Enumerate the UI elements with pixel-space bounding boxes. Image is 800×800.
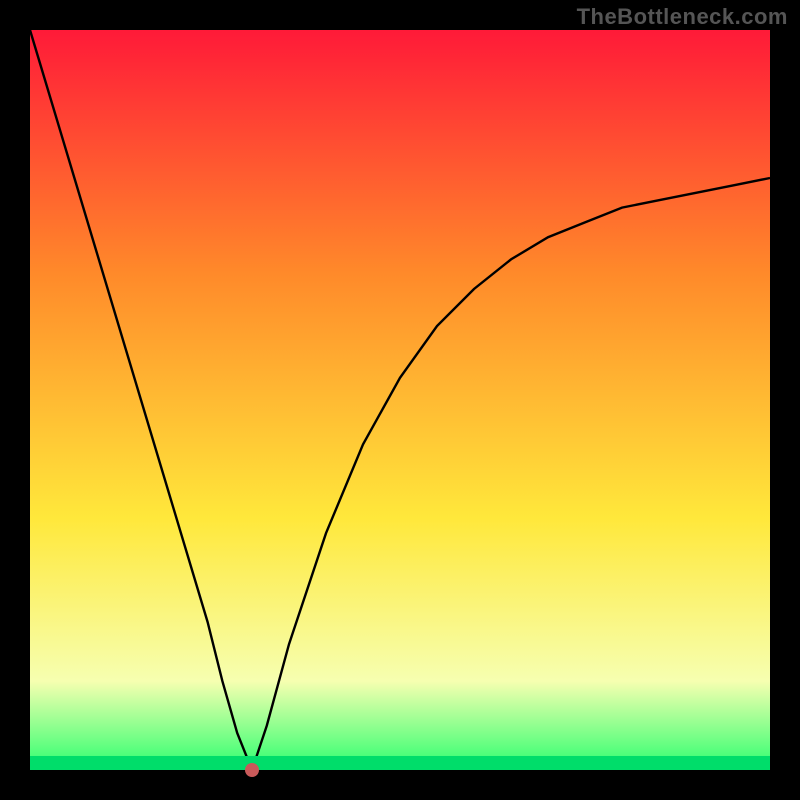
bottleneck-plot (0, 0, 800, 800)
chart-frame: TheBottleneck.com (0, 0, 800, 800)
floor-band (30, 756, 770, 770)
marker-dot (245, 763, 259, 777)
